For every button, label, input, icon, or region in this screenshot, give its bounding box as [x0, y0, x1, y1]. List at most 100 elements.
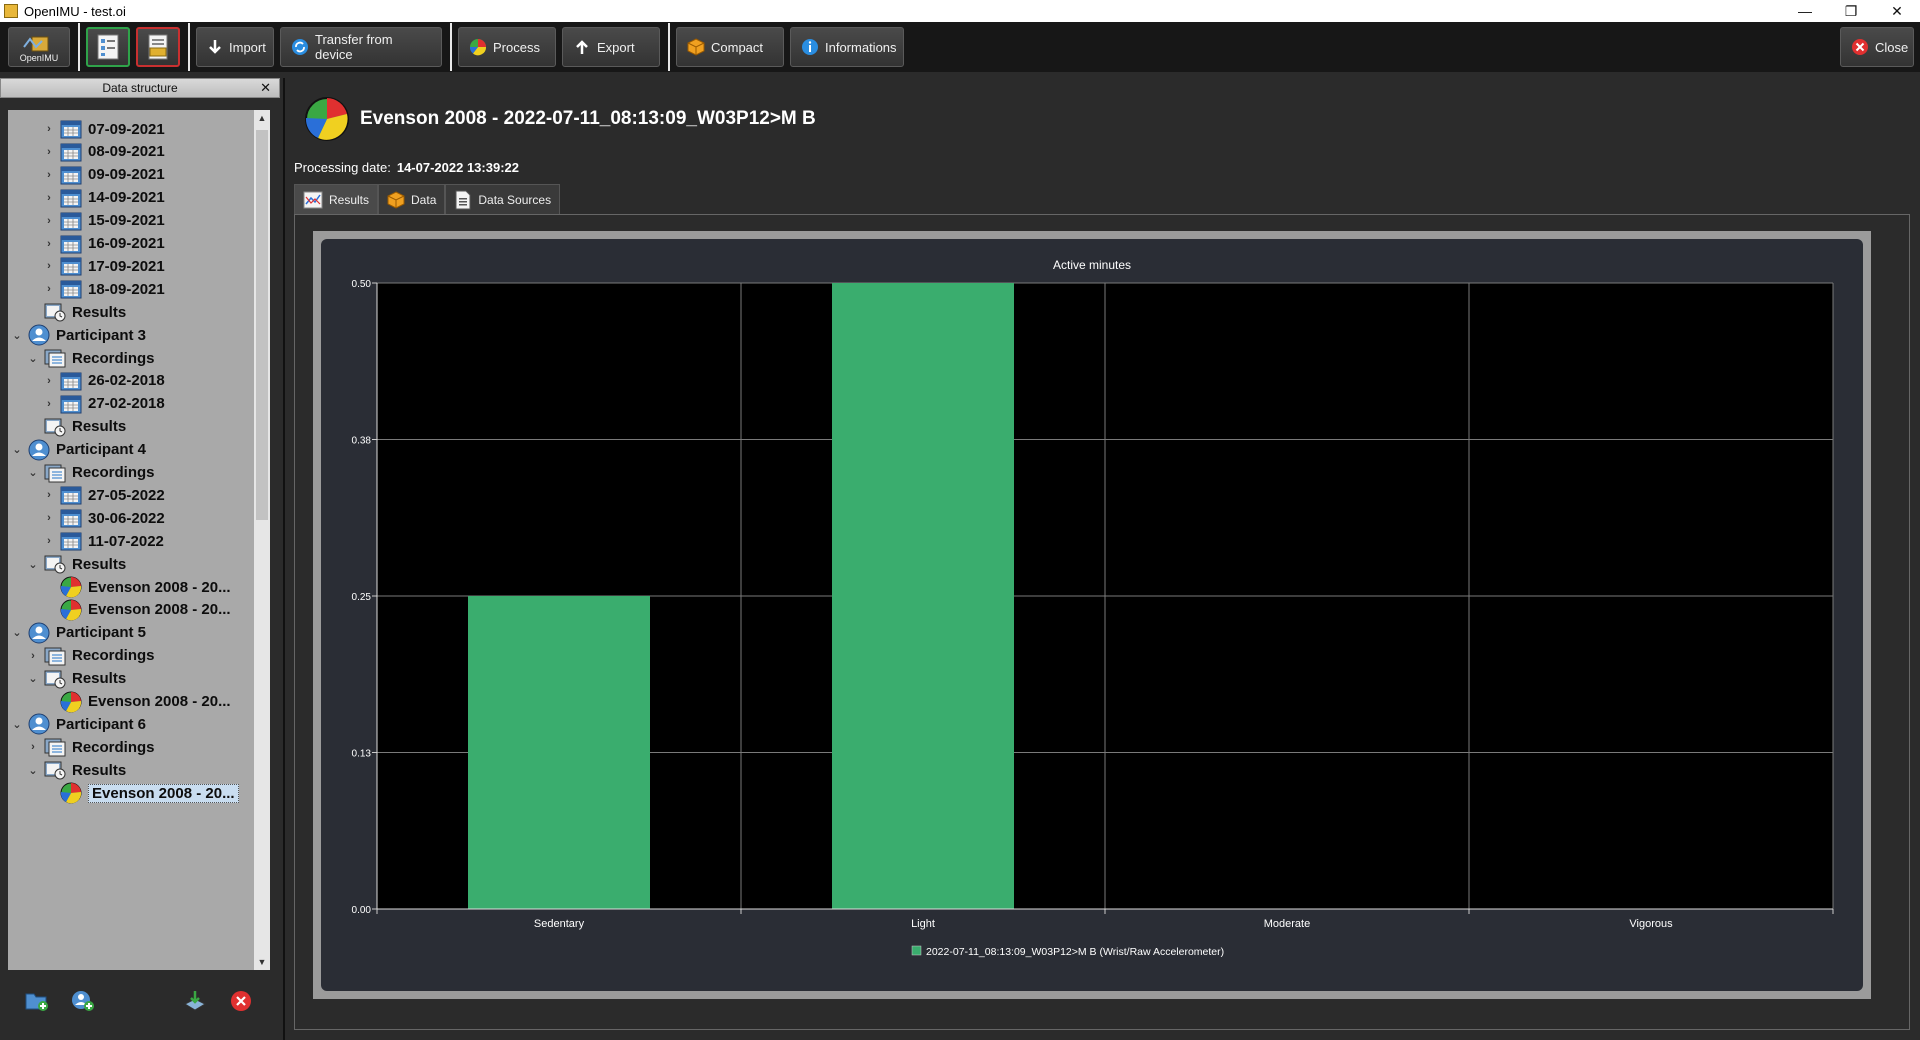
tab-results-label: Results — [329, 192, 370, 207]
window-close-button[interactable]: ✕ — [1874, 0, 1920, 22]
chevron-right-icon[interactable]: › — [42, 215, 56, 227]
y-tick-label: 0.13 — [352, 749, 372, 760]
chevron-right-icon[interactable]: › — [26, 650, 40, 662]
tree-item-label: 26-02-2018 — [88, 372, 165, 390]
dock-splitter[interactable] — [283, 78, 285, 1040]
category-label: Moderate — [1264, 918, 1310, 930]
pie-chart-icon — [60, 576, 82, 598]
data-tree[interactable]: › 07-09-2021 › 08-09-2021 › 09-09-2021 › 14-09-… — [8, 110, 270, 970]
log-button[interactable] — [136, 27, 180, 67]
processing-date-row: Processing date: 14-07-2022 13:39:22 — [294, 160, 519, 175]
dock-title: Data structure — [102, 81, 178, 95]
tree-item-label: 30-06-2022 — [88, 509, 165, 527]
scroll-up-icon[interactable]: ▲ — [254, 110, 270, 126]
minimize-button[interactable]: — — [1782, 0, 1828, 22]
dock-actions — [20, 988, 260, 1018]
chevron-right-icon[interactable]: › — [42, 238, 56, 250]
export-button[interactable]: Export — [562, 27, 660, 67]
structure-icon — [97, 34, 119, 60]
import-label: Import — [229, 39, 266, 55]
chevron-right-icon[interactable]: › — [42, 283, 56, 295]
y-tick-label: 0.38 — [352, 436, 372, 447]
chevron-right-icon[interactable]: › — [42, 535, 56, 547]
tree-item-result[interactable]: Evenson 2008 - 20... — [42, 780, 239, 806]
chevron-right-icon[interactable]: › — [42, 192, 56, 204]
chevron-right-icon[interactable]: › — [26, 741, 40, 753]
tree-item-label: 11-07-2022 — [88, 532, 164, 550]
dock-close-icon[interactable]: ✕ — [260, 80, 271, 96]
sync-icon — [291, 38, 309, 56]
chevron-down-icon[interactable]: ⌄ — [26, 558, 40, 571]
close-label: Close — [1875, 39, 1909, 55]
process-button[interactable]: Process — [458, 27, 556, 67]
openimu-logo-button[interactable]: OpenIMU — [8, 27, 70, 67]
restore-button[interactable]: ❐ — [1828, 0, 1874, 22]
tree-item-label: 09-09-2021 — [88, 166, 165, 184]
window-titlebar: OpenIMU - test.oi — ❐ ✕ — [0, 0, 1920, 22]
chevron-down-icon[interactable]: ⌄ — [10, 329, 24, 342]
participant-icon — [28, 713, 50, 735]
results-icon — [44, 759, 66, 781]
chart-frame: Active minutes 0.00 0.13 0.25 0.38 0.50 Sedent… — [313, 231, 1871, 999]
import-button[interactable]: Import — [196, 27, 274, 67]
pie-chart-icon — [305, 97, 349, 141]
result-header: Evenson 2008 - 2022-07-11_08:13:09_W03P1… — [304, 96, 816, 142]
toolbar-separator — [188, 23, 190, 71]
dock-header: Data structure ✕ — [0, 78, 280, 98]
chevron-right-icon[interactable]: › — [42, 375, 56, 387]
result-title: Evenson 2008 - 2022-07-11_08:13:09_W03P1… — [360, 108, 816, 129]
info-icon — [801, 38, 819, 56]
tab-data[interactable]: Data — [378, 184, 446, 214]
y-tick-label: 0.50 — [352, 279, 372, 290]
chevron-right-icon[interactable]: › — [42, 146, 56, 158]
chevron-down-icon[interactable]: ⌄ — [10, 626, 24, 639]
category-label: Sedentary — [534, 918, 585, 930]
tab-data-sources[interactable]: Data Sources — [445, 184, 561, 214]
chevron-right-icon[interactable]: › — [42, 123, 56, 135]
tab-results[interactable]: Results — [294, 184, 379, 214]
add-user-icon — [72, 991, 94, 1011]
chevron-right-icon[interactable]: › — [42, 169, 56, 181]
results-tab-panel: Active minutes 0.00 0.13 0.25 0.38 0.50 Sedent… — [294, 214, 1910, 1030]
scroll-down-icon[interactable]: ▼ — [254, 954, 270, 970]
participant-icon — [28, 439, 50, 461]
line-chart-icon — [303, 191, 323, 208]
calendar-icon — [60, 530, 82, 552]
tree-scrollbar[interactable]: ▲ ▼ — [254, 110, 270, 970]
tree-view-button[interactable] — [86, 27, 130, 67]
toolbar-separator — [450, 23, 452, 71]
tree-item-label: Recordings — [72, 738, 155, 756]
arrow-down-icon — [207, 38, 223, 56]
results-icon — [44, 416, 66, 438]
transfer-from-device-button[interactable]: Transfer from device — [280, 27, 442, 67]
processing-date-value: 14-07-2022 13:39:22 — [396, 160, 519, 175]
tree-item-label: Recordings — [72, 349, 155, 367]
compact-button[interactable]: Compact — [676, 27, 784, 67]
tree-item-label: Participant 3 — [56, 326, 147, 344]
add-participant-button[interactable] — [70, 988, 96, 1014]
chevron-down-icon[interactable]: ⌄ — [10, 443, 24, 456]
calendar-icon — [60, 255, 82, 277]
chevron-down-icon[interactable]: ⌄ — [26, 466, 40, 479]
chevron-down-icon[interactable]: ⌄ — [26, 764, 40, 777]
delete-button[interactable] — [228, 988, 254, 1014]
chevron-down-icon[interactable]: ⌄ — [10, 718, 24, 731]
informations-button[interactable]: Informations — [790, 27, 904, 67]
chart-container: Active minutes 0.00 0.13 0.25 0.38 0.50 Sedent… — [321, 239, 1863, 991]
chevron-down-icon[interactable]: ⌄ — [26, 672, 40, 685]
app-icon — [4, 4, 18, 18]
add-group-button[interactable] — [24, 988, 50, 1014]
transfer-label: Transfer from device — [315, 32, 393, 62]
tree-item-label: 18-09-2021 — [88, 280, 165, 298]
chevron-right-icon[interactable]: › — [42, 512, 56, 524]
calendar-icon — [60, 187, 82, 209]
chevron-right-icon[interactable]: › — [42, 260, 56, 272]
tree-item-label: Evenson 2008 - 20... — [88, 601, 231, 619]
informations-label: Informations — [825, 39, 897, 55]
close-file-button[interactable]: Close — [1840, 27, 1914, 67]
chevron-right-icon[interactable]: › — [42, 489, 56, 501]
chevron-down-icon[interactable]: ⌄ — [26, 352, 40, 365]
scroll-thumb[interactable] — [256, 130, 268, 520]
chevron-right-icon[interactable]: › — [42, 398, 56, 410]
import-data-button[interactable] — [182, 988, 208, 1014]
